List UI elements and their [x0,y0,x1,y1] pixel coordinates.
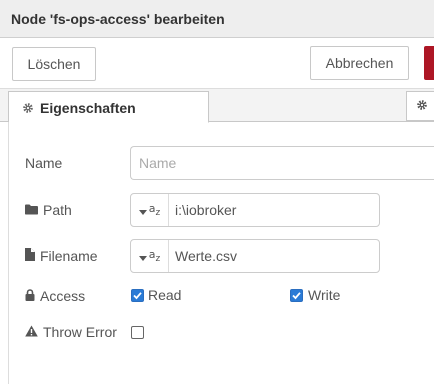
tab-bar: Eigenschaften [0,89,434,123]
file-icon [25,248,35,264]
gear-icon [416,98,428,114]
gear-icon [22,100,34,117]
name-label: Name [25,153,62,173]
az-string-icon: az [148,201,161,219]
lock-icon [25,288,35,304]
throw-error-checkbox[interactable] [131,326,144,339]
read-checkbox[interactable] [131,289,144,302]
dialog-titlebar: Node 'fs-ops-access' bearbeiten [0,0,434,38]
throw-error-label-text: Throw Error [43,324,117,340]
dialog-title: Node 'fs-ops-access' bearbeiten [11,11,225,27]
path-typed-input[interactable]: az i:\iobroker [130,193,380,227]
dialog-toolbar: Löschen Abbrechen [0,38,434,89]
done-button[interactable] [424,46,434,80]
path-type-selector[interactable]: az [131,194,169,226]
filename-type-selector[interactable]: az [131,240,169,272]
caret-down-icon [138,202,147,218]
warning-icon [25,324,38,340]
write-label: Write [308,287,341,303]
filename-value: Werte.csv [175,248,237,264]
name-label-text: Name [25,155,63,171]
cancel-button[interactable]: Abbrechen [310,46,409,80]
filename-label-text: Filename [40,248,98,264]
tab-properties-label: Eigenschaften [40,100,136,116]
tab-settings[interactable] [406,91,434,121]
write-checkbox[interactable] [290,289,303,302]
filename-label: Filename [25,246,98,266]
access-label: Access [25,286,85,306]
name-field[interactable]: Name [130,146,434,180]
path-value: i:\iobroker [175,202,237,218]
az-string-icon: az [148,247,161,265]
tab-properties[interactable]: Eigenschaften [8,91,209,123]
throw-error-label: Throw Error [25,322,117,342]
path-label: Path [25,200,72,220]
read-label: Read [148,287,182,303]
access-label-text: Access [40,288,86,304]
folder-icon [25,202,38,218]
caret-down-icon [138,248,147,264]
name-placeholder: Name [139,155,177,171]
path-label-text: Path [43,202,72,218]
filename-typed-input[interactable]: az Werte.csv [130,239,380,273]
delete-button[interactable]: Löschen [12,47,96,81]
